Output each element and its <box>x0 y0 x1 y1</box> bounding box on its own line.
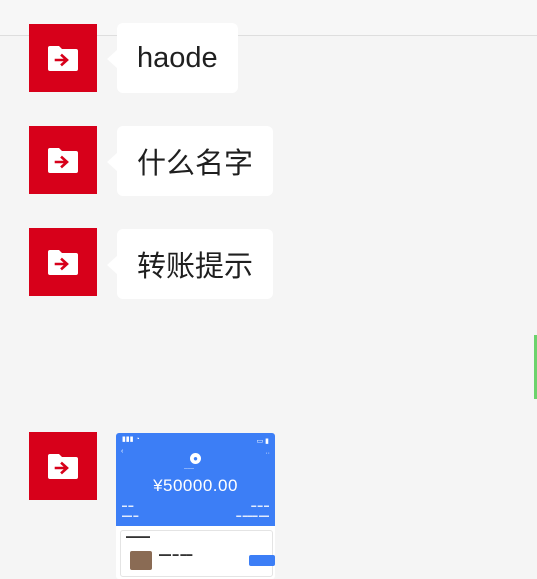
blurred-info-row: ▬ ▬ ▬ ▬ ▬ <box>122 503 269 509</box>
back-icon: ‹ <box>121 448 124 455</box>
contact-avatar[interactable] <box>29 228 97 296</box>
screenshot-body: ▬▬▬▬ ▬▬ ▬ ▬▬ <box>116 526 275 579</box>
contact-avatar[interactable] <box>29 432 97 500</box>
folder-arrow-icon <box>48 453 78 479</box>
contact-avatar[interactable] <box>29 126 97 194</box>
more-icon: ·· <box>265 450 270 457</box>
transfer-screenshot-image[interactable]: ▮▮▮ ◔ ▭ ▮ ‹ ·· ● ‒‒‒ ¥50000.00 ▬ ▬ ▬ ▬ ▬ … <box>116 433 275 579</box>
blurred-card-title: ▬▬▬▬ <box>126 534 150 540</box>
contact-avatar[interactable] <box>29 24 97 92</box>
coin-icon: ● <box>190 453 201 464</box>
message-bubble[interactable]: 转账提示 <box>106 229 274 299</box>
screenshot-header: ▮▮▮ ◔ ▭ ▮ ‹ ·· ● ‒‒‒ ¥50000.00 ▬ ▬ ▬ ▬ ▬ … <box>116 433 275 530</box>
blurred-card: ▬▬▬▬ ▬▬ ▬ ▬▬ <box>120 530 275 577</box>
message-bubble[interactable]: haode <box>107 23 238 93</box>
message-text: 什么名字 <box>137 148 254 180</box>
blurred-card-text: ▬▬ ▬ ▬▬ <box>159 552 193 558</box>
folder-arrow-icon <box>48 45 78 71</box>
folder-arrow-icon <box>48 147 78 173</box>
transfer-amount: ¥50000.00 <box>153 476 238 495</box>
status-bar-left: ▮▮▮ ◔ <box>122 436 140 443</box>
folder-arrow-icon <box>48 249 78 275</box>
status-bar-right: ▭ ▮ <box>256 438 269 445</box>
message-text: 转账提示 <box>137 251 254 283</box>
blurred-label: ‒‒‒ <box>184 466 195 472</box>
message-text: haode <box>137 41 218 74</box>
thumbnail-image <box>130 551 152 570</box>
blurred-card-button <box>249 555 275 566</box>
blurred-info-row: ▬▬ ▬ ▬ ▬▬▬ ▬▬ <box>122 513 269 519</box>
message-bubble[interactable]: 什么名字 <box>106 126 274 196</box>
